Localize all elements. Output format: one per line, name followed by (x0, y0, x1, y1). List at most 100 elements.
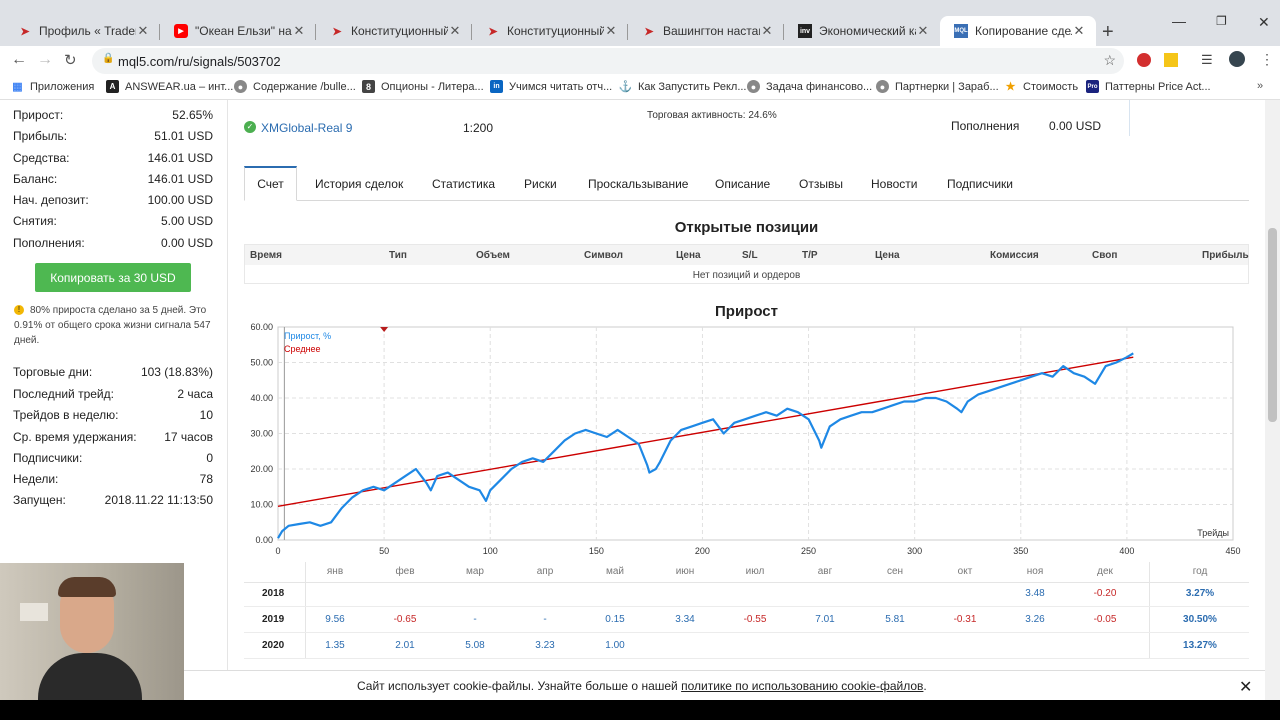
profile-avatar[interactable] (1229, 51, 1245, 67)
y-tick-label: 0.00 (255, 535, 273, 545)
month-value: 5.81 (885, 614, 905, 625)
column-header: Объем (476, 250, 510, 261)
month-value: 3.48 (1025, 588, 1045, 599)
close-tab-icon[interactable]: ✕ (760, 23, 774, 39)
bookmark-item[interactable]: in Учимся читать отч... (490, 80, 612, 93)
copy-signal-button[interactable]: Копировать за 30 USD (35, 263, 191, 292)
month-value: 5.08 (465, 640, 485, 651)
browser-tab[interactable]: ➤ Профиль « Trader Assi ✕ (4, 16, 160, 46)
warning-icon: ! (14, 305, 24, 315)
month-header: окт (957, 566, 973, 577)
person-icon: ⚓ (618, 81, 633, 93)
scrollbar-thumb[interactable] (1268, 228, 1277, 422)
close-tab-icon[interactable]: ✕ (292, 23, 306, 39)
leverage-value: 1:200 (463, 121, 494, 135)
maximize-icon[interactable]: ❐ (1216, 14, 1227, 28)
month-value: -0.20 (1093, 588, 1117, 599)
column-header: Комиссия (990, 250, 1039, 261)
tab-description[interactable]: Описание (703, 166, 782, 201)
tab-reviews[interactable]: Отзывы (787, 166, 855, 201)
browser-tab[interactable]: ➤ Конституционный суд ✕ (472, 16, 628, 46)
y-tick-label: 30.00 (250, 429, 273, 439)
no-positions-text: Нет позиций и ордеров (692, 270, 801, 281)
browser-tab[interactable]: ▶ "Океан Ельзи" на "НАШ ✕ (160, 16, 316, 46)
tab-account[interactable]: Счет (244, 166, 297, 201)
extension-icon[interactable] (1137, 53, 1151, 67)
column-header: T/P (802, 250, 818, 261)
minimize-icon[interactable]: — (1172, 13, 1186, 29)
stat-deposits: Пополнения: 0.00 USD (13, 236, 213, 250)
bookmark-apps[interactable]: ▦ Приложения (11, 80, 94, 94)
bookmark-item[interactable]: ⚓ Как Запустить Рекл... (618, 80, 747, 94)
stat-initial-deposit: Нач. депозит: 100.00 USD (13, 193, 213, 207)
bookmark-item[interactable]: ● Партнерки | Зараб... (876, 80, 999, 93)
pro-icon: Pro (1086, 80, 1099, 93)
menu-icon[interactable]: ⋮ (1260, 51, 1274, 68)
x-tick-label: 400 (1119, 546, 1134, 556)
year-total: 13.27% (1183, 640, 1217, 651)
new-tab-icon[interactable]: + (1102, 21, 1114, 44)
browser-toolbar: ← → ↻ 🔒 mql5.com/ru/signals/503702 ☆ ☰ ⋮ (0, 46, 1280, 76)
y-tick-label: 20.00 (250, 464, 273, 474)
star-icon[interactable]: ☆ (1103, 52, 1116, 69)
bookmark-item[interactable]: ★ Стоимость (1004, 80, 1079, 94)
tab-statistics[interactable]: Статистика (420, 166, 507, 201)
close-tab-icon[interactable]: ✕ (448, 23, 462, 39)
bookmark-item[interactable]: Pro Паттерны Price Act... (1086, 80, 1211, 93)
stat-balance: Баланс: 146.01 USD (13, 172, 213, 186)
tab-slippage[interactable]: Проскальзывание (576, 166, 700, 201)
browser-tab[interactable]: ➤ Конституционный суд ✕ (316, 16, 472, 46)
extension-icon[interactable] (1164, 53, 1178, 67)
back-icon[interactable]: ← (11, 51, 27, 69)
year-label: 2019 (262, 614, 285, 625)
close-window-icon[interactable]: ✕ (1258, 14, 1270, 31)
investing-icon: inv (798, 24, 812, 38)
column-header: S/L (742, 250, 758, 261)
x-tick-label: 450 (1225, 546, 1240, 556)
growth-note: ! 80% прироста сделано за 5 дней. Это 0.9… (14, 305, 211, 346)
close-tab-icon[interactable]: ✕ (916, 23, 930, 39)
tab-trade-history[interactable]: История сделок (303, 166, 415, 201)
address-bar[interactable]: 🔒 mql5.com/ru/signals/503702 ☆ (92, 48, 1124, 74)
cookie-policy-link[interactable]: политике по использованию cookie-файлов (681, 679, 923, 693)
browser-tab[interactable]: inv Экономический кален ✕ (784, 16, 940, 46)
page-scrollbar[interactable] (1265, 100, 1280, 700)
chart-title: Прирост (715, 303, 778, 320)
forward-icon[interactable]: → (37, 51, 53, 69)
deposits-label: Пополнения (951, 119, 1020, 133)
column-header: Цена (676, 250, 701, 261)
bookmark-item[interactable]: ● Задача финансово... (747, 80, 872, 93)
x-tick-label: 350 (1013, 546, 1028, 556)
year-total-header: год (1192, 566, 1208, 577)
red-play-icon: ➤ (20, 25, 30, 38)
divider (244, 606, 1249, 607)
bookmark-item[interactable]: ● Содержание /bulle... (234, 80, 356, 93)
close-tab-icon[interactable]: ✕ (136, 23, 150, 39)
x-tick-label: 0 (275, 546, 280, 556)
bookmarks-bar: ▦ Приложения A ANSWEAR.ua – инт... ● Содерж… (0, 76, 1280, 100)
playlist-icon[interactable]: ☰ (1201, 52, 1213, 68)
browser-tab-active[interactable]: MQL Копирование сделок ✕ (940, 16, 1096, 46)
globe-icon: ● (747, 80, 760, 93)
person-hair (58, 577, 116, 597)
positions-header: Время Тип Объем Символ Цена S/L T/P Цена… (245, 245, 1249, 265)
tab-news[interactable]: Новости (859, 166, 929, 201)
close-tab-icon[interactable]: ✕ (1072, 23, 1086, 39)
globe-icon: ● (876, 80, 889, 93)
bookmark-item[interactable]: A ANSWEAR.ua – инт... (106, 80, 233, 93)
browser-tab[interactable]: ➤ Вашингтон настаивае ✕ (628, 16, 784, 46)
answear-icon: A (106, 80, 119, 93)
browser-tab-strip: ➤ Профиль « Trader Assi ✕ ▶ "Океан Ельзи… (0, 0, 1280, 46)
reload-icon[interactable]: ↻ (64, 51, 77, 69)
more-bookmarks-icon[interactable]: » (1257, 80, 1263, 92)
broker-link[interactable]: XMGlobal-Real 9 (261, 121, 352, 135)
tab-subscribers[interactable]: Подписчики (935, 166, 1025, 201)
bookmark-item[interactable]: 8 Опционы - Литера... (362, 80, 484, 93)
close-tab-icon[interactable]: ✕ (604, 23, 618, 39)
stat-equity: Средства: 146.01 USD (13, 151, 213, 165)
stat-profit: Прибыль: 51.01 USD (13, 129, 213, 143)
tab-risks[interactable]: Риски (512, 166, 569, 201)
cookie-close-icon[interactable]: ✕ (1239, 677, 1252, 697)
year-label: 2020 (262, 640, 285, 651)
info-trading-days: Торговые дни: 103 (18.83%) (13, 365, 213, 379)
